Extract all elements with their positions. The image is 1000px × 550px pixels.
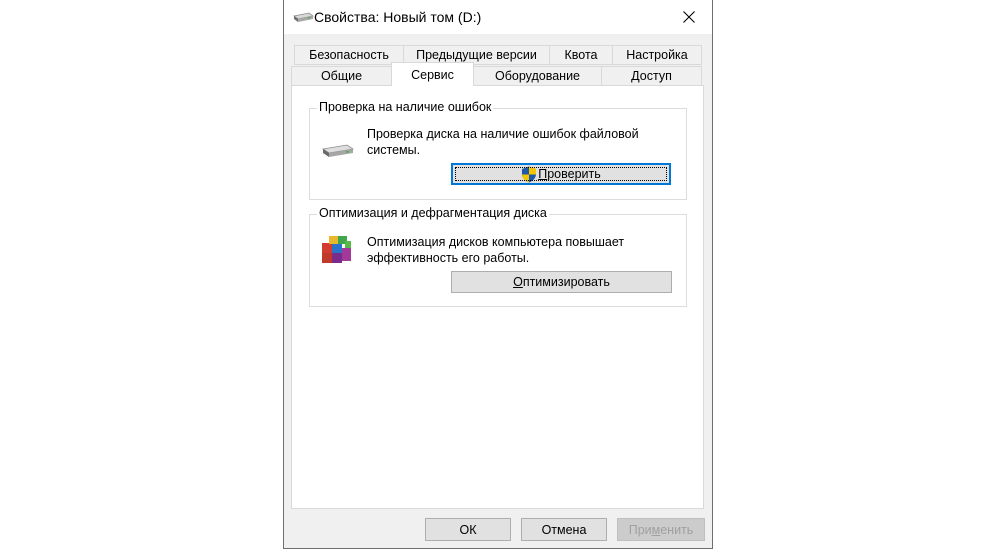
tab-general[interactable]: Общие bbox=[291, 66, 392, 86]
tab-customize[interactable]: Настройка bbox=[612, 45, 702, 65]
tab-label: Безопасность bbox=[309, 48, 389, 62]
error-check-group: Проверка на наличие ошибок Проверка диск… bbox=[309, 100, 687, 200]
close-icon bbox=[683, 11, 695, 23]
optimize-group: Оптимизация и дефрагментация диска Оптим… bbox=[309, 206, 687, 307]
title-bar: Свойства: Новый том (D:) bbox=[284, 0, 712, 34]
tab-label: Общие bbox=[320, 69, 363, 83]
drive-icon bbox=[321, 141, 355, 162]
error-check-description: Проверка диска на наличие ошибок файлово… bbox=[367, 127, 639, 157]
check-button-accesskey: П bbox=[538, 167, 548, 181]
optimize-button[interactable]: Оптимизировать bbox=[451, 271, 672, 293]
group-title: Оптимизация и дефрагментация диска bbox=[317, 206, 549, 220]
group-title: Проверка на наличие ошибок bbox=[317, 100, 494, 114]
apply-button-label-post: енить bbox=[660, 522, 694, 537]
ok-button-label: ОК bbox=[459, 522, 477, 537]
tab-label: Сервис bbox=[411, 67, 454, 82]
tab-label: Настройка bbox=[626, 48, 688, 62]
ok-button[interactable]: ОК bbox=[425, 518, 511, 541]
tab-quota[interactable]: Квота bbox=[549, 45, 613, 65]
optimize-button-accesskey: О bbox=[513, 275, 523, 289]
close-button[interactable] bbox=[666, 0, 712, 34]
uac-shield-icon bbox=[521, 166, 537, 183]
tab-label: Доступ bbox=[631, 69, 672, 83]
tab-security[interactable]: Безопасность bbox=[294, 45, 404, 65]
drive-icon bbox=[292, 10, 314, 24]
cancel-button-label: Отмена bbox=[541, 522, 587, 537]
tab-label: Оборудование bbox=[494, 69, 581, 83]
check-button-label: роверить bbox=[547, 167, 601, 181]
check-button[interactable]: Проверить bbox=[451, 163, 671, 185]
tab-tools[interactable]: Сервис bbox=[391, 62, 474, 86]
window-title: Свойства: Новый том (D:) bbox=[314, 9, 482, 25]
defrag-icon bbox=[321, 235, 353, 268]
tab-label: Квота bbox=[564, 48, 598, 62]
tab-hardware[interactable]: Оборудование bbox=[473, 66, 602, 86]
tab-label: Предыдущие версии bbox=[416, 48, 537, 62]
tools-panel: Проверка на наличие ошибок Проверка диск… bbox=[291, 85, 704, 509]
apply-button[interactable]: При м енить bbox=[617, 518, 705, 541]
optimize-button-label: птимизировать bbox=[522, 275, 610, 289]
apply-button-label-pre: При bbox=[628, 522, 652, 537]
tab-sharing[interactable]: Доступ bbox=[601, 66, 702, 86]
apply-button-accesskey: м bbox=[651, 522, 661, 537]
cancel-button[interactable]: Отмена bbox=[521, 518, 607, 541]
properties-dialog: Свойства: Новый том (D:) Безопасность Пр… bbox=[283, 0, 713, 549]
optimize-description: Оптимизация дисков компьютера повышает э… bbox=[367, 235, 625, 265]
